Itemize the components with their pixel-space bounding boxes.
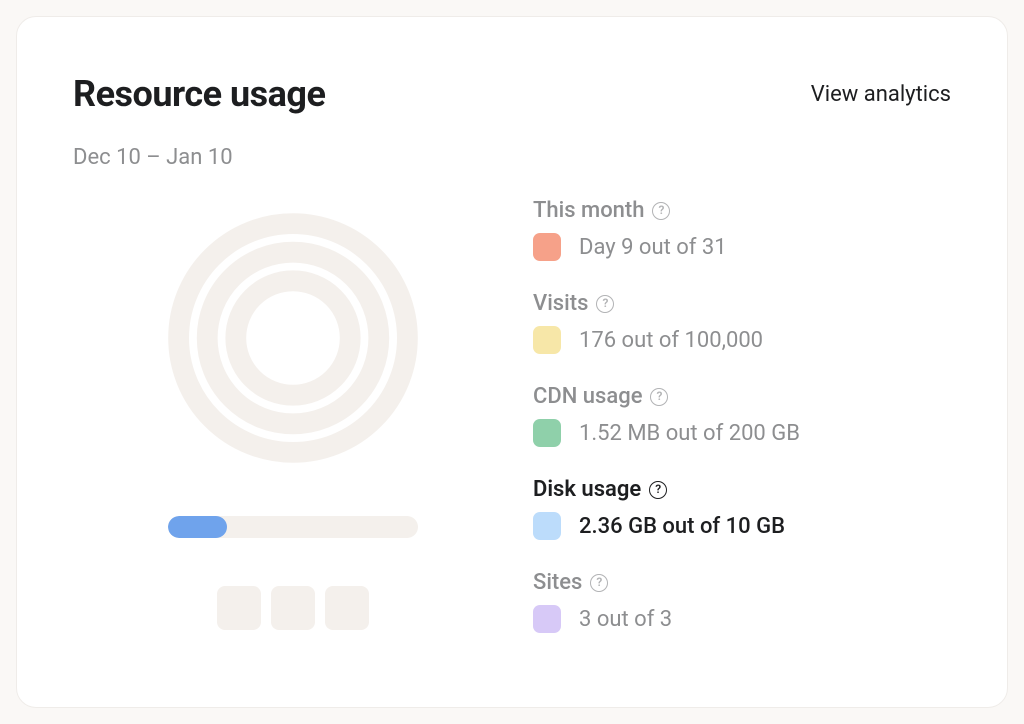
metric-value: 176 out of 100,000 <box>579 328 763 353</box>
metric-value-row: 176 out of 100,000 <box>533 326 951 354</box>
metric-value-row: Day 9 out of 31 <box>533 233 951 261</box>
metric-label: CDN usage <box>533 384 642 409</box>
metric-label: This month <box>533 198 644 223</box>
metric-label-row: Disk usage? <box>533 477 951 502</box>
date-range: Dec 10 – Jan 10 <box>73 145 951 170</box>
card-header: Resource usage View analytics <box>73 73 951 115</box>
disk-progress-fill <box>168 516 227 538</box>
metric-value-row: 2.36 GB out of 10 GB <box>533 512 951 540</box>
metric-label: Disk usage <box>533 477 641 502</box>
metric-value: Day 9 out of 31 <box>579 235 727 260</box>
resource-usage-card: Resource usage View analytics Dec 10 – J… <box>16 16 1008 708</box>
color-swatch <box>533 326 561 354</box>
metric-label: Visits <box>533 291 588 316</box>
metrics-column: This month? Day 9 out of 31 Visits? 176 out… <box>513 198 951 663</box>
metric-label-row: This month? <box>533 198 951 223</box>
help-icon[interactable]: ? <box>649 481 667 499</box>
color-swatch <box>533 605 561 633</box>
view-analytics-link[interactable]: View analytics <box>811 82 951 107</box>
metric-disk[interactable]: Disk usage? 2.36 GB out of 10 GB <box>533 477 951 540</box>
site-block <box>217 586 261 630</box>
metric-label-row: Sites? <box>533 570 951 595</box>
charts-column <box>73 198 513 663</box>
help-icon[interactable]: ? <box>652 202 670 220</box>
metric-month[interactable]: This month? Day 9 out of 31 <box>533 198 951 261</box>
help-icon[interactable]: ? <box>596 295 614 313</box>
metric-visits[interactable]: Visits? 176 out of 100,000 <box>533 291 951 354</box>
donut-chart <box>163 208 423 468</box>
site-block <box>325 586 369 630</box>
content-row: This month? Day 9 out of 31 Visits? 176 out… <box>73 198 951 663</box>
color-swatch <box>533 233 561 261</box>
metric-label: Sites <box>533 570 582 595</box>
color-swatch <box>533 512 561 540</box>
metric-value-row: 3 out of 3 <box>533 605 951 633</box>
metric-label-row: Visits? <box>533 291 951 316</box>
sites-blocks <box>217 586 369 630</box>
metric-label-row: CDN usage? <box>533 384 951 409</box>
help-icon[interactable]: ? <box>650 388 668 406</box>
site-block <box>271 586 315 630</box>
color-swatch <box>533 419 561 447</box>
metric-sites[interactable]: Sites? 3 out of 3 <box>533 570 951 633</box>
metric-value: 2.36 GB out of 10 GB <box>579 514 785 539</box>
metric-value-row: 1.52 MB out of 200 GB <box>533 419 951 447</box>
metric-value: 1.52 MB out of 200 GB <box>579 421 800 446</box>
disk-progress-bar <box>168 516 418 538</box>
metric-cdn[interactable]: CDN usage? 1.52 MB out of 200 GB <box>533 384 951 447</box>
metric-value: 3 out of 3 <box>579 607 672 632</box>
page-title: Resource usage <box>73 73 325 115</box>
help-icon[interactable]: ? <box>590 574 608 592</box>
